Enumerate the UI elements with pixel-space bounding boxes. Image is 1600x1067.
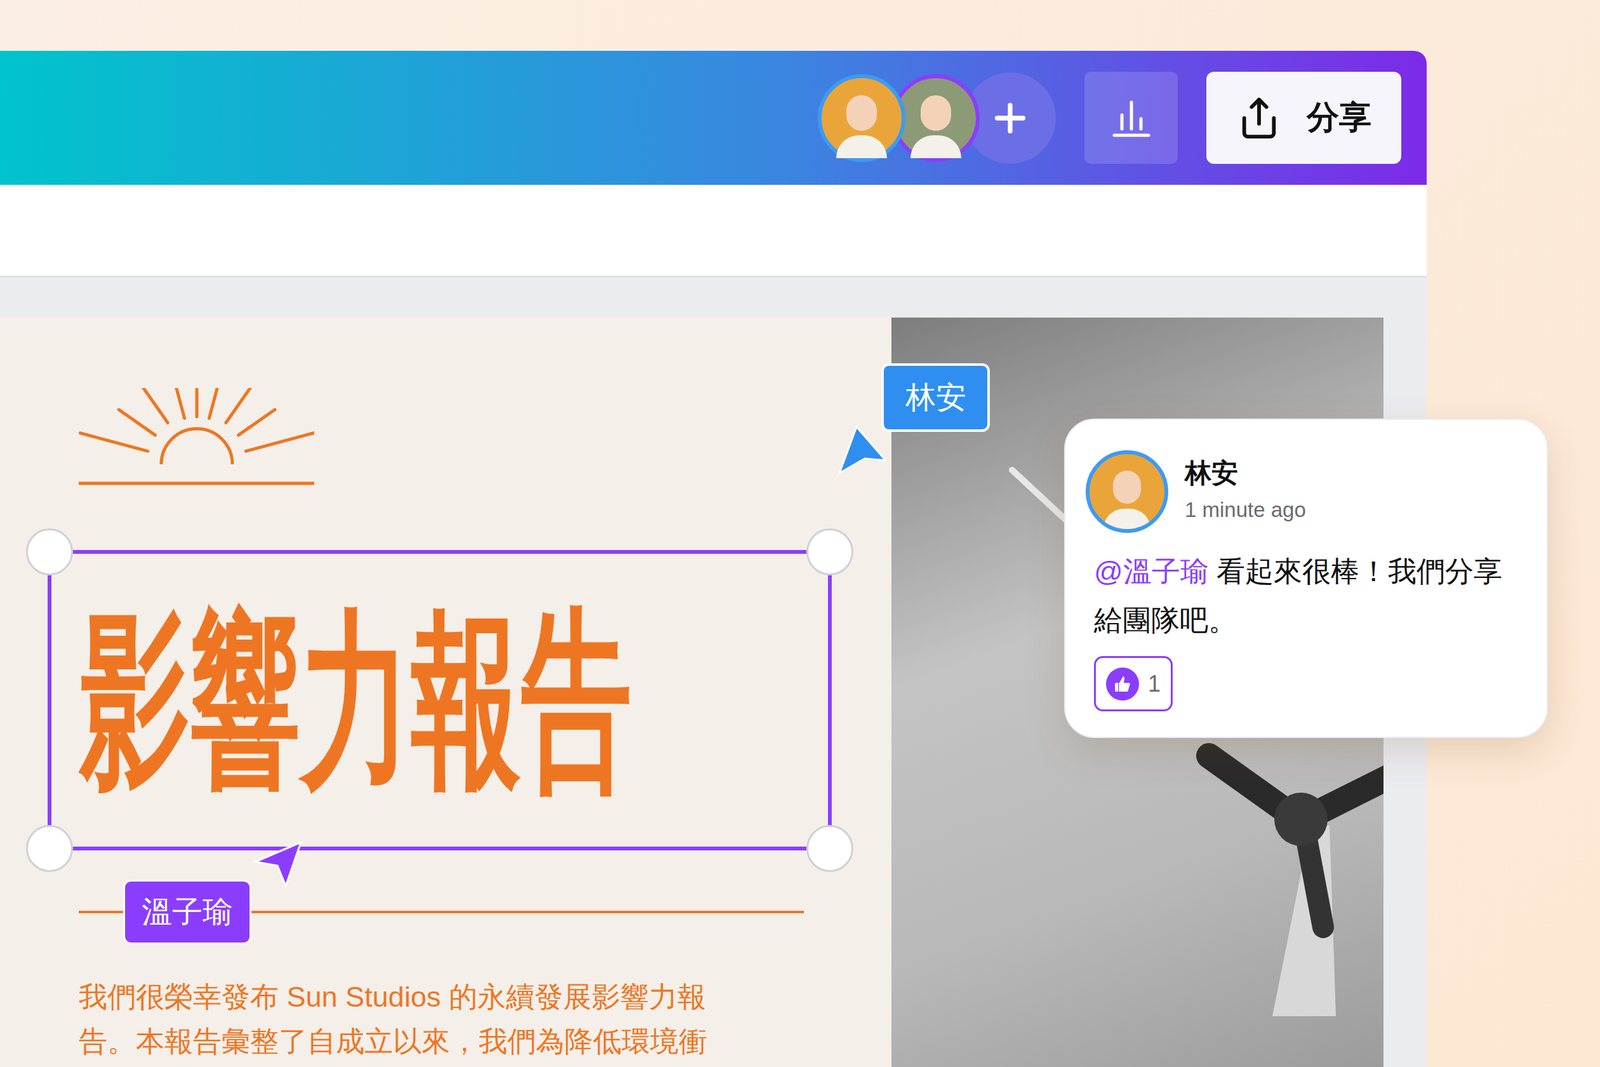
body-line: 我們很榮幸發布 Sun Studios 的永續發展影響力報 <box>78 974 892 1020</box>
title[interactable]: 影響力報告 <box>79 605 632 796</box>
resize-handle[interactable] <box>26 824 74 872</box>
resize-handle[interactable] <box>806 528 854 576</box>
cursor-name-tag: 溫子瑜 <box>123 879 252 945</box>
resize-handle[interactable] <box>26 528 74 576</box>
analytics-icon <box>1109 95 1154 141</box>
comment-mention[interactable]: @溫子瑜 <box>1093 554 1209 588</box>
sun-icon <box>78 387 315 486</box>
comment-card: 林安1 minute ago @溫子瑜 看起來很棒！我們分享給團隊吧。 1 <box>1064 418 1548 738</box>
resize-handle[interactable] <box>806 824 854 872</box>
analytics-button[interactable] <box>1084 71 1178 164</box>
share-button[interactable]: 分享 <box>1206 71 1402 164</box>
comment-time: 1 minute ago <box>1184 494 1307 526</box>
cursor-name-tag: 林安 <box>881 363 990 432</box>
comment-text: @溫子瑜 看起來很棒！我們分享給團隊吧。 <box>1085 546 1505 645</box>
plus-icon <box>987 95 1033 141</box>
collaborators <box>817 72 1056 164</box>
header-bar: 分享 <box>0 50 1427 185</box>
comment-author: 林安 <box>1184 455 1307 491</box>
share-icon <box>1236 95 1282 141</box>
collaborator-avatar[interactable] <box>817 74 906 162</box>
title-selection-box[interactable]: 影響力報告 <box>47 549 832 851</box>
toolbar <box>0 184 1427 278</box>
like-count: 1 <box>1147 666 1161 701</box>
body-line: 告。本報告彙整了自成立以來，我們為降低環境衝 <box>78 1019 892 1064</box>
page: 分享影響力報告溫子瑜我們很榮幸發布 Sun Studios 的永續發展影響力報告… <box>0 0 1600 1067</box>
body-text[interactable]: 我們很榮幸發布 Sun Studios 的永續發展影響力報告。本報告彙整了自成立… <box>78 974 892 1064</box>
thumbs-up-icon <box>1113 674 1133 694</box>
divider-row: 溫子瑜 <box>78 879 804 945</box>
comment-avatar <box>1085 450 1169 533</box>
design-text-panel: 影響力報告溫子瑜我們很榮幸發布 Sun Studios 的永續發展影響力報告。本… <box>0 317 892 1067</box>
comment-header: 林安1 minute ago <box>1085 450 1522 533</box>
like-button[interactable]: 1 <box>1093 655 1173 712</box>
share-label: 分享 <box>1306 93 1372 143</box>
